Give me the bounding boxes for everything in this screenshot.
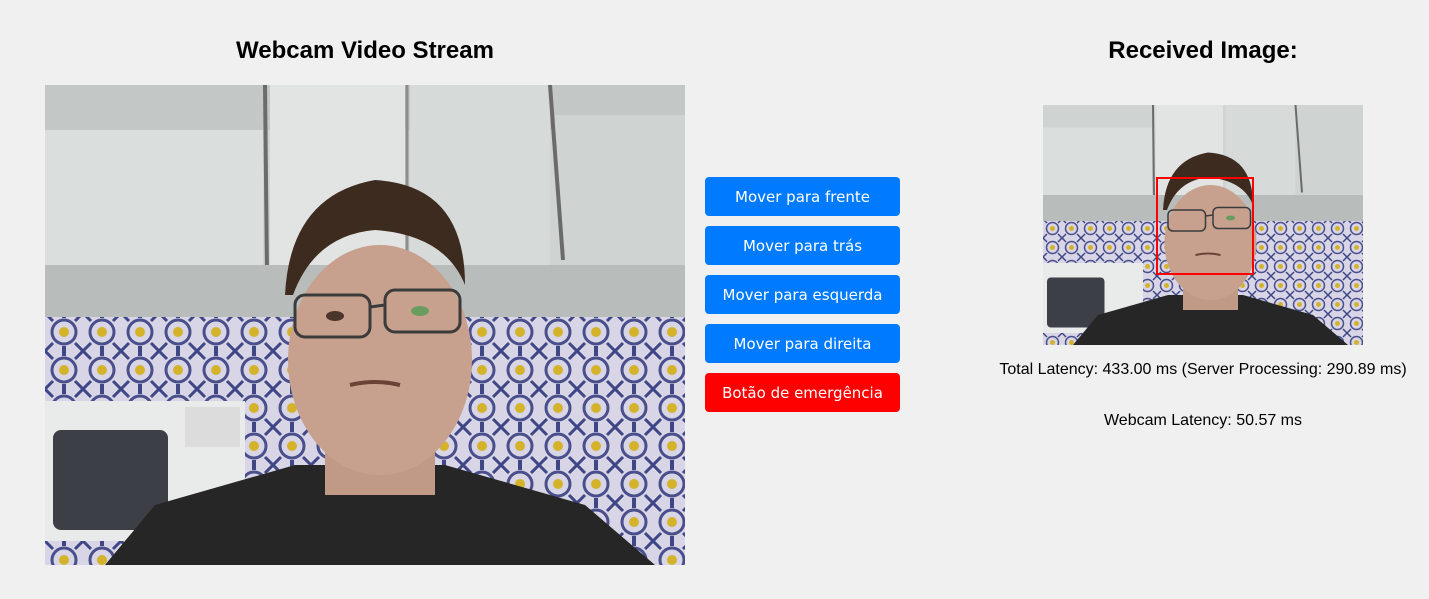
movement-controls: Mover para frente Mover para trás Mover … bbox=[705, 177, 900, 422]
move-backward-button[interactable]: Mover para trás bbox=[705, 226, 900, 265]
face-detection-box bbox=[1156, 177, 1254, 275]
received-image-title: Received Image: bbox=[1108, 37, 1298, 64]
emergency-button[interactable]: Botão de emergência bbox=[705, 373, 900, 412]
webcam-frame bbox=[45, 85, 685, 565]
webcam-latency-text: Webcam Latency: 50.57 ms bbox=[1103, 412, 1303, 429]
move-forward-button[interactable]: Mover para frente bbox=[705, 177, 900, 216]
webcam-stream-title: Webcam Video Stream bbox=[236, 37, 494, 64]
webcam-video-stream bbox=[45, 85, 685, 565]
received-image bbox=[1043, 105, 1363, 345]
total-latency-text: Total Latency: 433.00 ms (Server Process… bbox=[999, 361, 1407, 378]
move-left-button[interactable]: Mover para esquerda bbox=[705, 275, 900, 314]
page: Webcam Video Stream Mover para frente Mo… bbox=[0, 0, 1429, 599]
move-right-button[interactable]: Mover para direita bbox=[705, 324, 900, 363]
